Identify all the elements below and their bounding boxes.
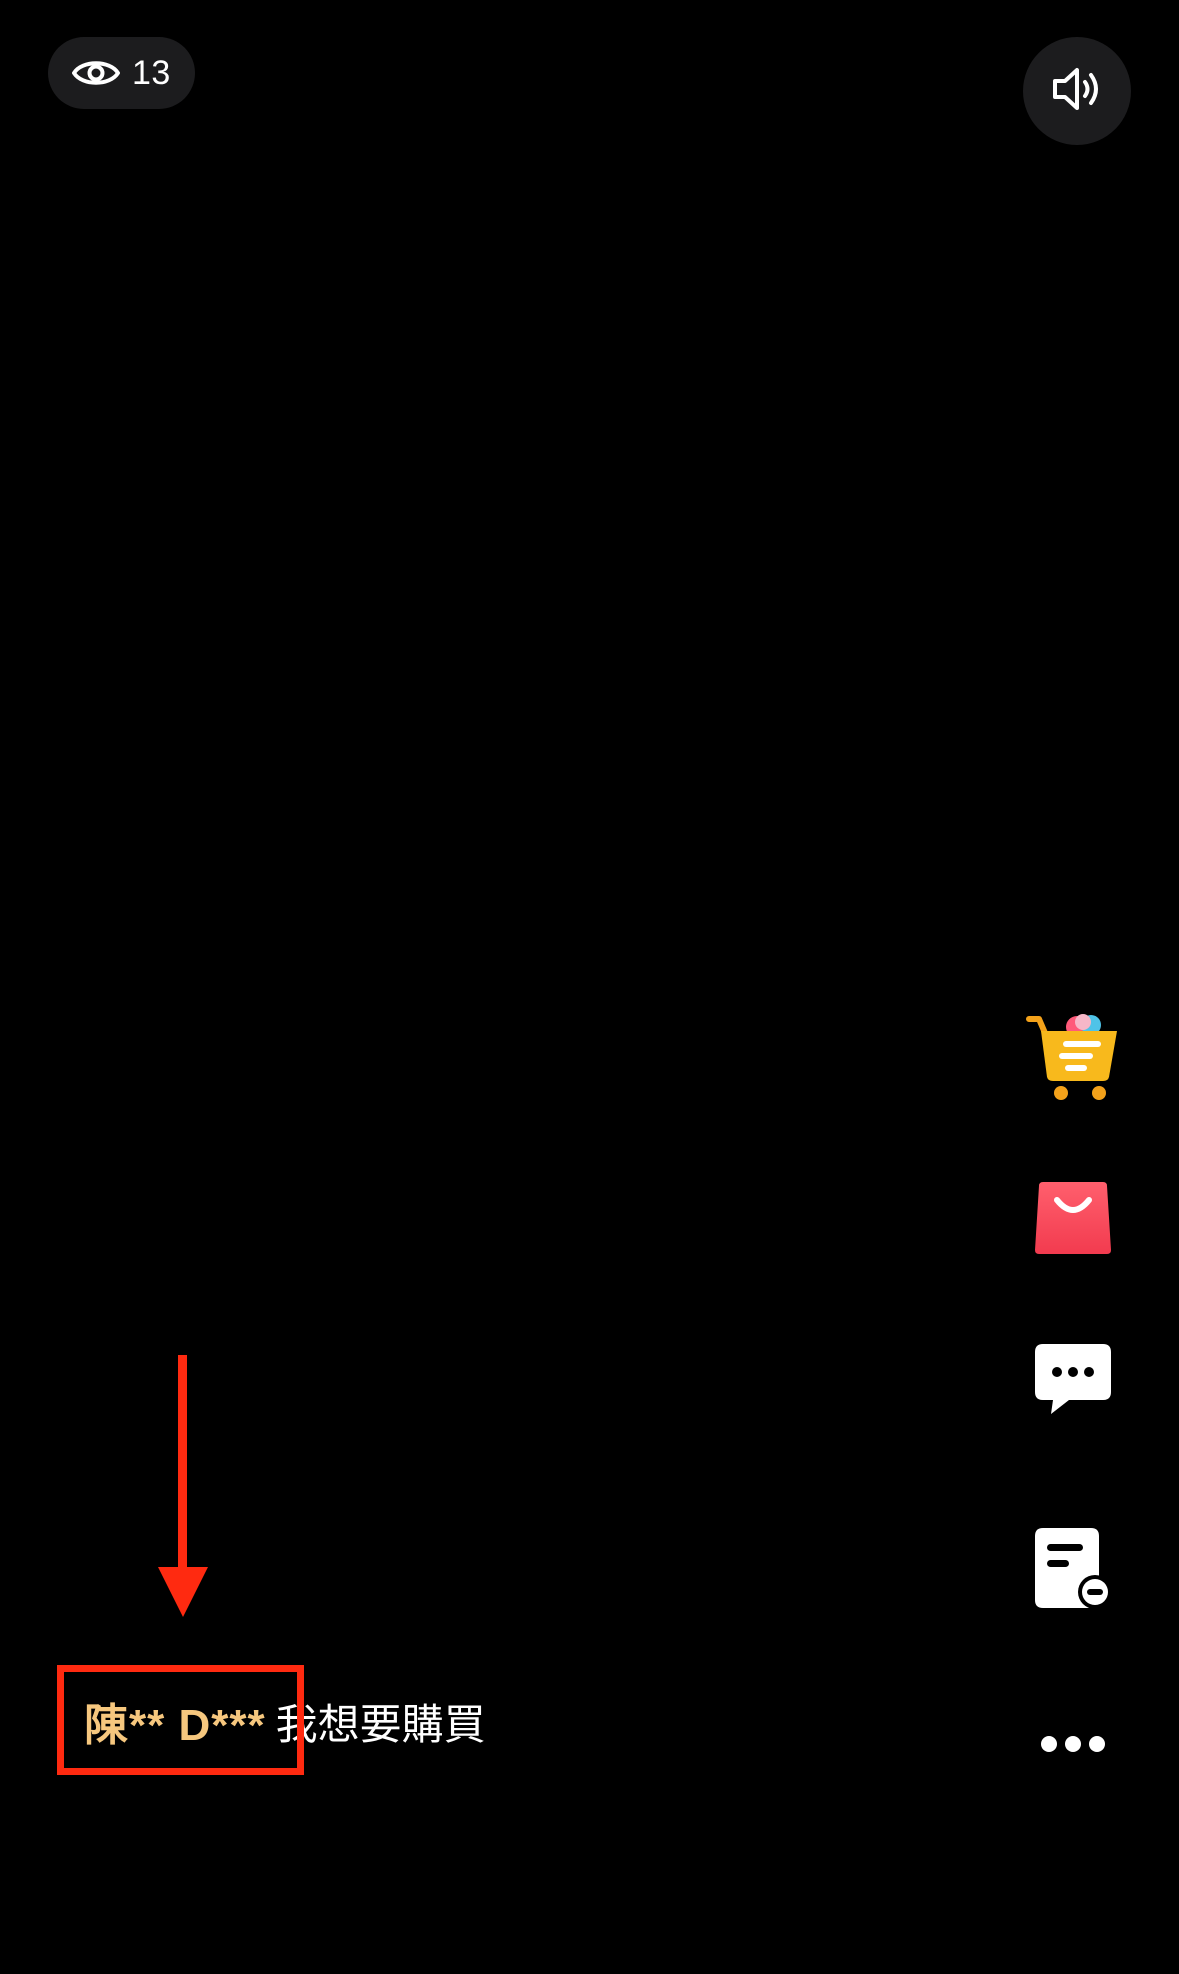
more-button[interactable] (1023, 1694, 1123, 1794)
viewer-count-badge: 13 (48, 37, 195, 109)
speaker-icon (1049, 65, 1105, 118)
document-list-icon (1033, 1526, 1113, 1610)
order-list-button[interactable] (1023, 1518, 1123, 1618)
shopping-cart-icon (1025, 1011, 1121, 1101)
annotation-highlight-box (57, 1665, 304, 1775)
viewer-count: 13 (132, 53, 171, 92)
sound-toggle-button[interactable] (1023, 37, 1131, 145)
comment-message: 我想要購買 (275, 1700, 486, 1748)
annotation-arrow (155, 1355, 211, 1624)
shopping-bag-icon (1033, 1178, 1113, 1258)
live-stream-screen: 13 陳** D*** 我想要購買 (0, 0, 1179, 1974)
eye-icon (72, 56, 120, 90)
shopping-cart-button[interactable] (1023, 1006, 1123, 1106)
more-dots-icon (1039, 1734, 1107, 1754)
chat-button[interactable] (1023, 1330, 1123, 1430)
shopping-bag-button[interactable] (1023, 1168, 1123, 1268)
chat-bubble-icon (1033, 1342, 1113, 1418)
